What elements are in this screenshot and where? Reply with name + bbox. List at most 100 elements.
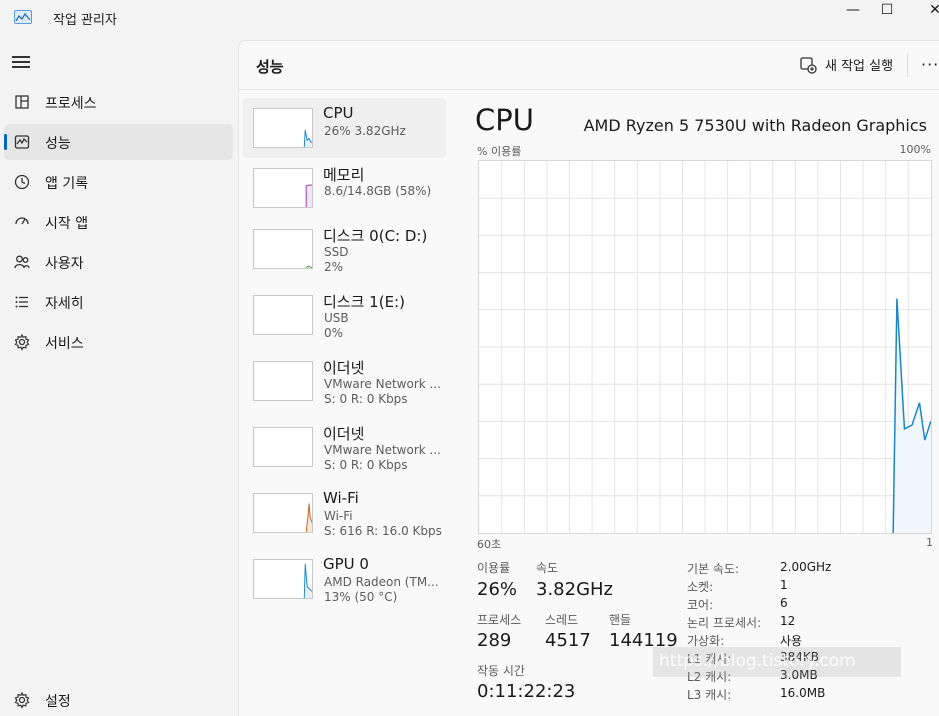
graph-time-start: 60초 [477,538,502,551]
main-panel: 성능 새 작업 실행 ··· CPU 26% 3.82GHz 메모리 8.6/1… [238,40,939,716]
spec-label: 기본 속도: [687,562,740,576]
watermark: https://blog.tistory.com [653,647,901,677]
device-name: GPU 0 [323,555,369,573]
sidebar-item-label: 앱 기록 [45,176,89,192]
sidebar-item-app-history[interactable]: 앱 기록 [4,164,233,200]
device-detail: 0% [324,326,344,340]
device-thumbnail [253,559,313,599]
close-button[interactable]: ✕ [912,0,939,20]
window-title: 작업 관리자 [53,13,117,28]
more-options-button[interactable]: ··· [921,55,939,74]
device-thumbnail [253,108,313,148]
device-thumbnail [253,229,313,269]
device-detail: SSD [324,245,349,259]
graph-label-max: 100% [899,143,931,156]
device-detail: VMware Network ... [324,443,441,457]
maximize-button[interactable]: ☐ [864,0,910,20]
device-name: CPU [323,104,354,122]
device-detail: USB [324,311,349,325]
device-item-ethernet-1[interactable]: 이더넷 VMware Network ... S: 0 R: 0 Kbps [243,351,446,411]
gear-icon [14,691,30,709]
sidebar-item-settings[interactable]: 설정 [4,682,233,716]
graph-time-end: 1 [926,536,933,549]
hamburger-icon[interactable] [12,56,30,70]
details-icon [15,296,28,308]
sidebar-item-label: 자세히 [45,296,84,312]
sidebar-item-users[interactable]: 사용자 [4,244,233,280]
device-name: 메모리 [323,166,365,184]
performance-icon [14,135,30,149]
device-detail: 13% (50 °C) [324,590,398,604]
device-item-ethernet-2[interactable]: 이더넷 VMware Network ... S: 0 R: 0 Kbps [243,417,446,477]
device-detail: AMD Radeon (TM... [324,575,439,589]
sidebar-item-label: 프로세스 [45,96,97,112]
device-detail: 26% 3.82GHz [324,124,406,138]
device-name: Wi-Fi [323,489,359,507]
device-item-wifi[interactable]: Wi-Fi Wi-Fi S: 616 R: 16.0 Kbps [243,483,446,543]
device-item-memory[interactable]: 메모리 8.6/14.8GB (58%) [243,158,446,218]
sidebar-item-performance[interactable]: 성능 [4,124,233,160]
sidebar-item-startup-apps[interactable]: 시작 앱 [4,204,233,240]
device-detail: S: 0 R: 0 Kbps [324,458,408,472]
sidebar-item-processes[interactable]: 프로세스 [4,84,233,120]
device-thumbnail [253,295,313,335]
run-task-icon [800,56,817,74]
page-title: 성능 [256,58,284,76]
run-task-label: 새 작업 실행 [825,59,894,74]
processes-label: 프로세스 [477,613,522,627]
task-manager-icon [14,10,32,24]
device-name: 디스크 0(C: D:) [323,227,428,245]
settings-label: 설정 [45,694,71,710]
threads-label: 스레드 [545,613,579,627]
app-history-icon [14,174,30,190]
spec-value: 1 [780,578,788,592]
sidebar-item-label: 서비스 [45,336,84,352]
device-item-disk-1[interactable]: 디스크 1(E:) USB 0% [243,285,446,345]
graph-label-utilization: % 이용률 [477,145,522,158]
spec-label: 코어: [687,598,714,612]
handles-label: 핸들 [609,613,632,627]
sidebar: 프로세스 성능 앱 기록 시작 앱 사용자 자세히 서비스 설정 [0,40,238,716]
uptime-value: 0:11:22:23 [477,681,576,702]
device-thumbnail [253,427,313,467]
uptime-label: 작동 시간 [477,664,525,678]
sidebar-item-label: 시작 앱 [45,216,89,232]
utilization-value: 26% [477,579,518,600]
device-detail: 2% [324,260,344,274]
device-detail: S: 616 R: 16.0 Kbps [324,524,442,538]
sidebar-item-details[interactable]: 자세히 [4,284,233,320]
device-thumbnail [253,361,313,401]
startup-apps-icon [15,217,29,225]
device-thumbnail [253,493,313,533]
spec-value: 2.00GHz [780,560,832,574]
sidebar-item-label: 사용자 [45,256,84,272]
run-new-task-button[interactable]: 새 작업 실행 [799,55,893,74]
processes-icon [15,95,29,109]
header-divider [239,89,939,90]
utilization-label: 이용률 [477,561,511,575]
device-item-disk-0[interactable]: 디스크 0(C: D:) SSD 2% [243,219,446,279]
spec-label: L3 캐시: [687,688,732,702]
device-detail: Wi-Fi [324,509,353,523]
spec-value: 12 [780,614,796,628]
spec-value: 16.0MB [780,686,826,700]
cpu-model: AMD Ryzen 5 7530U with Radeon Graphics [583,116,927,135]
device-item-gpu-0[interactable]: GPU 0 AMD Radeon (TM... 13% (50 °C) [243,549,446,609]
cpu-utilization-graph [478,160,932,534]
spec-label: 논리 프로세서: [687,616,762,630]
spec-value: 6 [780,596,788,610]
sidebar-item-services[interactable]: 서비스 [4,324,233,360]
toolbar-divider [907,53,908,77]
processes-value: 289 [477,630,512,651]
device-thumbnail [253,168,313,208]
device-name: 이더넷 [323,359,365,377]
device-name: 이더넷 [323,425,365,443]
spec-label: 소켓: [687,580,714,594]
users-icon [14,255,30,269]
speed-value: 3.82GHz [536,579,614,600]
device-detail: 8.6/14.8GB (58%) [324,184,432,198]
speed-label: 속도 [536,561,559,575]
device-name: 디스크 1(E:) [323,293,405,311]
services-icon [14,333,30,351]
device-item-cpu[interactable]: CPU 26% 3.82GHz [243,98,446,158]
